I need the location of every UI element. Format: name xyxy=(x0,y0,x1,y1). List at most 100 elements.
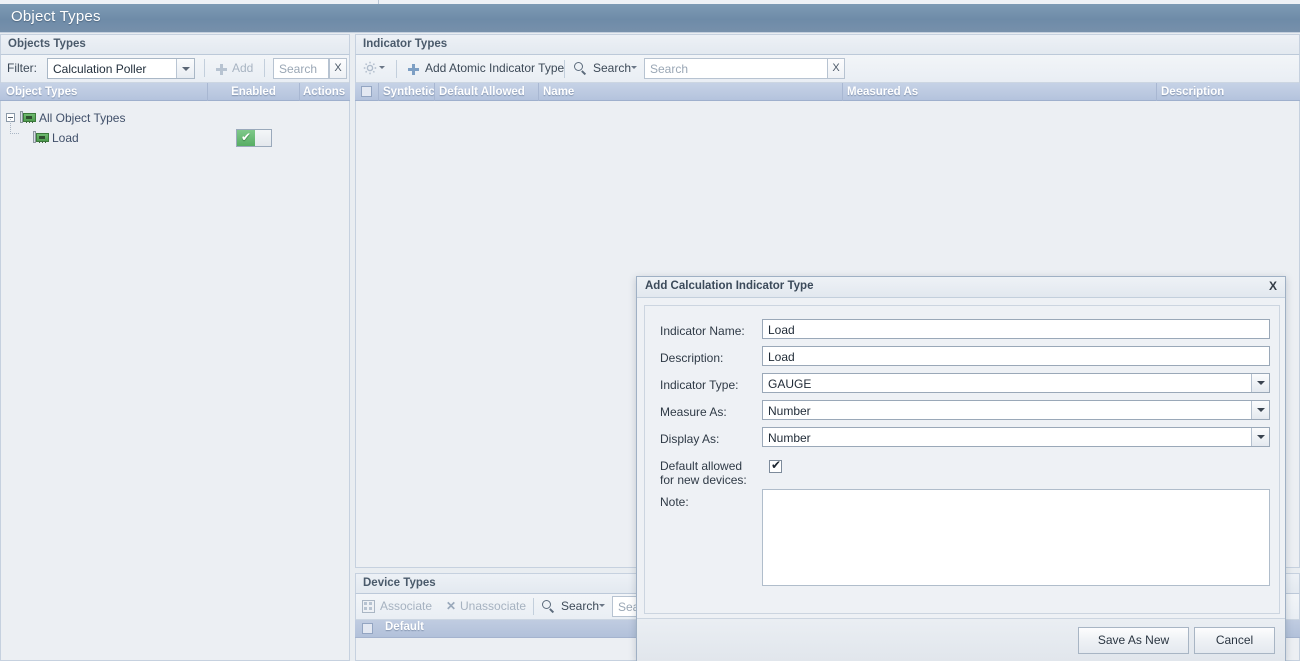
indicator-type-value: GAUGE xyxy=(768,377,812,391)
chevron-down-icon[interactable] xyxy=(599,604,605,607)
indicator-name-value: Load xyxy=(768,323,795,337)
indicator-type-label: Indicator Type: xyxy=(660,378,739,392)
x-icon[interactable]: ✕ xyxy=(446,599,456,613)
dialog-footer: Save As New Cancel xyxy=(637,618,1285,661)
toggle-off-side xyxy=(255,130,271,146)
add-button-label[interactable]: Add xyxy=(232,61,253,75)
add-calculation-indicator-type-dialog: Add Calculation Indicator Type X Indicat… xyxy=(636,276,1286,661)
search-menu-label[interactable]: Search xyxy=(593,61,631,75)
measure-as-select-button[interactable] xyxy=(1251,401,1269,419)
toolbar-divider xyxy=(396,60,397,78)
filter-dropdown-value: Calculation Poller xyxy=(53,62,147,76)
network-card-icon xyxy=(33,131,49,143)
objects-types-grid-header: Object Types Enabled Actions xyxy=(0,83,350,101)
chevron-down-icon xyxy=(1256,408,1265,412)
toggle-on-side: ✔ xyxy=(237,130,256,146)
tree-item-all-object-types[interactable]: All Object Types xyxy=(1,108,349,128)
gear-icon[interactable] xyxy=(363,61,377,75)
toolbar-divider-2 xyxy=(564,60,565,78)
measure-as-label: Measure As: xyxy=(660,405,727,419)
chevron-down-icon[interactable] xyxy=(379,66,385,69)
dialog-title: Add Calculation Indicator Type xyxy=(645,280,814,292)
chevron-down-icon[interactable] xyxy=(631,66,637,69)
column-header-name[interactable]: Name xyxy=(539,83,843,101)
application-window: Object Types Objects Types Filter: Calcu… xyxy=(0,0,1300,661)
column-header-default-allowed[interactable]: Default Allowed xyxy=(435,83,539,101)
filter-label: Filter: xyxy=(7,61,37,75)
note-label: Note: xyxy=(660,495,689,509)
check-icon: ✔ xyxy=(771,458,782,472)
column-header-synthetic[interactable]: Synthetic xyxy=(379,83,435,101)
cancel-button[interactable]: Cancel xyxy=(1194,627,1275,654)
objects-types-panel-header: Objects Types xyxy=(0,34,350,55)
window-title-bar: Object Types xyxy=(0,4,1300,33)
column-header-measured-as[interactable]: Measured As xyxy=(843,83,1157,101)
objects-types-title: Objects Types xyxy=(8,38,86,50)
select-all-checkbox[interactable] xyxy=(361,86,372,97)
display-as-label: Display As: xyxy=(660,432,720,446)
display-as-select[interactable]: Number xyxy=(762,427,1270,447)
toolbar-divider xyxy=(533,598,534,615)
default-allowed-label-line2: for new devices: xyxy=(660,473,747,487)
column-header-default[interactable]: Default xyxy=(385,621,424,633)
description-input[interactable]: Load xyxy=(762,346,1270,366)
search-clear-button[interactable]: X xyxy=(827,58,845,79)
close-icon[interactable]: X xyxy=(1269,279,1277,293)
search-clear-button[interactable]: X xyxy=(329,58,347,79)
column-header-actions[interactable]: Actions xyxy=(300,83,350,101)
column-header-description[interactable]: Description xyxy=(1157,83,1300,101)
objects-types-toolbar: Filter: Calculation Poller Add Search X xyxy=(1,55,349,83)
description-value: Load xyxy=(768,350,795,364)
column-header-enabled[interactable]: Enabled xyxy=(208,83,300,101)
indicator-type-select[interactable]: GAUGE xyxy=(762,373,1270,393)
default-allowed-label-line1: Default allowed xyxy=(660,459,743,473)
indicator-name-label: Indicator Name: xyxy=(660,324,745,338)
column-header-object-types[interactable]: Object Types xyxy=(0,83,208,101)
filter-dropdown-button[interactable] xyxy=(176,59,194,78)
display-as-value: Number xyxy=(768,431,811,445)
measure-as-select[interactable]: Number xyxy=(762,400,1270,420)
search-menu-label[interactable]: Search xyxy=(561,599,599,613)
unassociate-button[interactable]: Unassociate xyxy=(460,599,526,613)
indicator-types-panel-header: Indicator Types xyxy=(355,34,1300,55)
save-as-new-button[interactable]: Save As New xyxy=(1078,627,1189,654)
note-textarea[interactable] xyxy=(762,489,1270,586)
enabled-toggle[interactable]: ✔ xyxy=(236,129,272,147)
indicator-name-input[interactable]: Load xyxy=(762,319,1270,339)
select-all-checkbox[interactable] xyxy=(362,623,373,634)
network-card-icon xyxy=(20,111,36,123)
indicator-types-toolbar: Add Atomic Indicator Type Search Search … xyxy=(356,55,1299,83)
tree-item-label: Load xyxy=(52,131,79,145)
check-icon: ✔ xyxy=(241,130,252,144)
tree-item-label: All Object Types xyxy=(39,111,126,125)
chevron-down-icon xyxy=(181,66,190,71)
chevron-down-icon xyxy=(1256,381,1265,385)
plus-icon[interactable] xyxy=(408,64,419,75)
chevron-down-icon xyxy=(1256,435,1265,439)
device-types-title: Device Types xyxy=(363,577,436,589)
page-title: Object Types xyxy=(11,8,101,25)
objects-types-panel-body: Filter: Calculation Poller Add Search X … xyxy=(0,55,350,661)
indicator-types-grid-header: Synthetic Default Allowed Name Measured … xyxy=(355,83,1300,101)
display-as-select-button[interactable] xyxy=(1251,428,1269,446)
tree-item-load[interactable]: Load ✔ xyxy=(1,128,349,148)
add-atomic-indicator-type-button[interactable]: Add Atomic Indicator Type xyxy=(425,61,564,75)
toolbar-divider xyxy=(204,59,205,77)
search-icon[interactable] xyxy=(574,62,587,75)
indicator-types-title: Indicator Types xyxy=(363,38,448,50)
default-allowed-checkbox[interactable]: ✔ xyxy=(769,458,782,473)
associate-button[interactable]: Associate xyxy=(380,599,432,613)
indicator-type-select-button[interactable] xyxy=(1251,374,1269,392)
toolbar-divider-2 xyxy=(264,59,265,77)
dialog-title-bar: Add Calculation Indicator Type X xyxy=(637,277,1285,298)
plus-icon xyxy=(216,64,227,75)
search-input-placeholder: Search xyxy=(279,62,318,76)
filter-dropdown[interactable]: Calculation Poller xyxy=(47,58,195,79)
search-icon[interactable] xyxy=(542,600,555,613)
associate-icon[interactable] xyxy=(362,600,375,613)
search-input[interactable]: Search xyxy=(644,58,836,79)
column-header-select-all[interactable] xyxy=(355,83,379,101)
search-input[interactable]: Search xyxy=(273,58,329,79)
description-label: Description: xyxy=(660,351,724,365)
dialog-form-panel: Indicator Name: Load Description: Load I… xyxy=(644,305,1280,614)
